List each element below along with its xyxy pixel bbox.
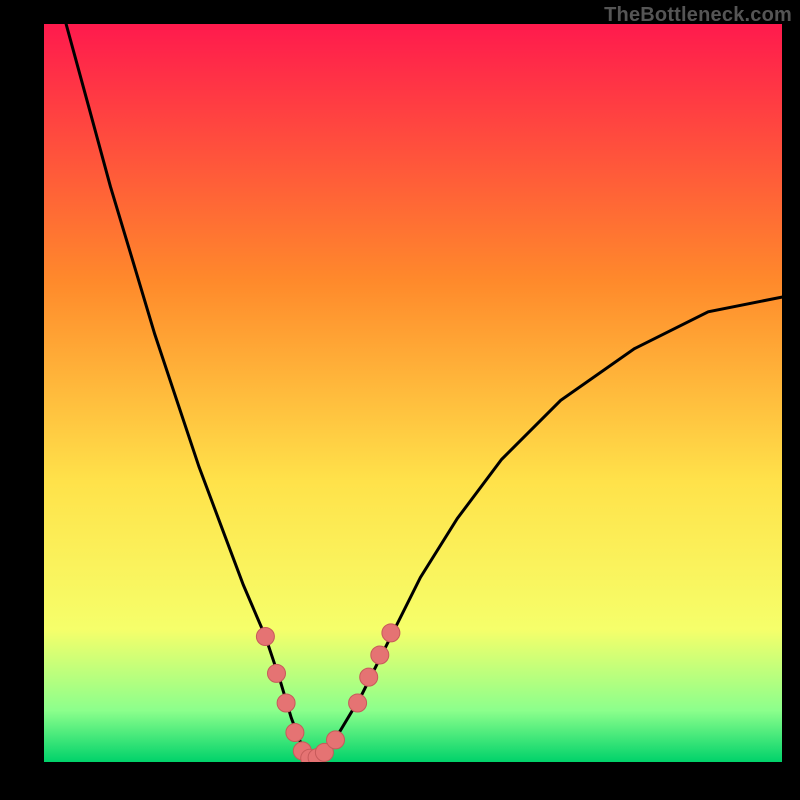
watermark-text: TheBottleneck.com: [604, 4, 792, 27]
plot-area: [44, 24, 782, 762]
data-point: [382, 624, 400, 642]
data-point: [286, 724, 304, 742]
data-point: [277, 694, 295, 712]
data-point: [268, 664, 286, 682]
data-point: [327, 731, 345, 749]
data-point: [371, 646, 389, 664]
gradient-background: [44, 24, 782, 762]
data-point: [256, 628, 274, 646]
data-point: [349, 694, 367, 712]
plot-svg: [44, 24, 782, 762]
chart-frame: TheBottleneck.com: [0, 0, 800, 800]
data-point: [360, 668, 378, 686]
